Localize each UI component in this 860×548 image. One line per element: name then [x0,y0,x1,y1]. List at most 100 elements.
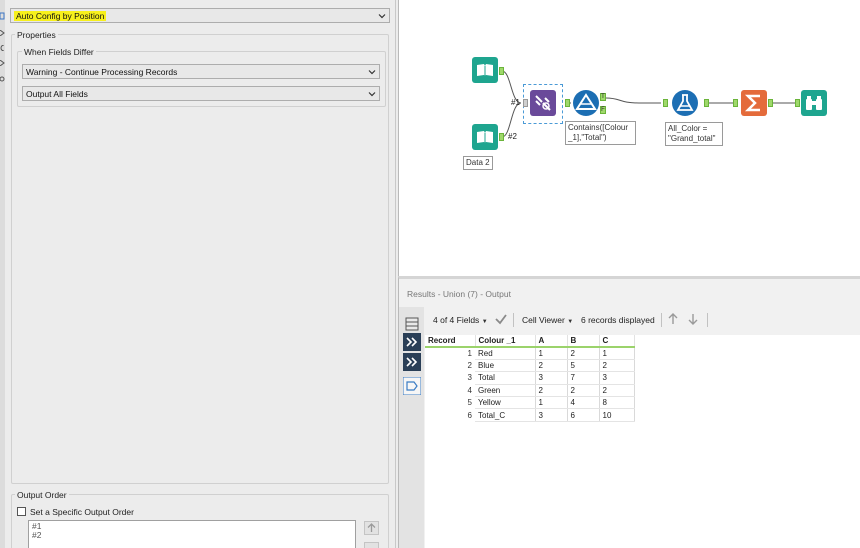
table-cell[interactable]: 1 [535,347,568,360]
false-anchor-label: F [601,107,605,113]
table-row[interactable]: 1 Red 1 2 1 [425,347,635,360]
output-anchor[interactable] [768,99,773,107]
chevron-down-icon [378,14,386,19]
input-data-tool[interactable] [472,124,498,150]
table-cell[interactable]: 3 [535,371,568,385]
output-anchor[interactable] [499,67,504,75]
table-cell[interactable]: Total [475,371,536,385]
cell-viewer-dropdown[interactable]: Cell Viewer ▼ [522,315,573,325]
column-header[interactable]: A [535,335,568,348]
table-cell[interactable]: 10 [599,408,635,422]
union-mode-value: Auto Config by Position [14,11,107,21]
table-view-icon[interactable] [403,315,421,333]
fields-dropdown[interactable]: 4 of 4 Fields ▼ [433,315,488,325]
filter-tool[interactable] [573,90,599,116]
output-order-item[interactable]: #2 [32,531,352,540]
annotation-tab-icon[interactable] [0,45,5,51]
output-fields-dropdown[interactable]: Output All Fields [22,86,380,101]
expand-icon[interactable] [403,353,421,371]
column-header[interactable]: Record [425,335,476,348]
toolbar-divider [707,313,708,327]
browse-tool[interactable] [801,90,827,116]
config-tab-icon[interactable] [0,12,5,20]
table-cell[interactable]: 5 [567,359,600,373]
arrow-down-icon[interactable] [687,313,699,327]
record-cell[interactable]: 2 [425,359,475,371]
chevron-right-icon[interactable] [0,30,5,36]
fields-differ-dropdown[interactable]: Warning - Continue Processing Records [22,64,380,79]
record-cell[interactable]: 4 [425,384,475,396]
table-cell[interactable]: 7 [567,371,600,385]
input-anchor[interactable] [795,99,800,107]
table-cell[interactable]: 2 [599,384,635,398]
true-anchor[interactable]: T [600,93,606,101]
table-cell[interactable]: Total_C [475,408,536,422]
specific-order-label: Set a Specific Output Order [30,507,134,517]
table-cell[interactable]: 2 [535,359,568,373]
table-cell[interactable]: 6 [567,408,600,422]
input-data-tool[interactable] [472,57,498,83]
table-cell[interactable]: 1 [599,347,635,360]
table-cell[interactable]: 8 [599,396,635,410]
results-side-toolbar [399,307,424,548]
checkmark-icon[interactable] [495,313,507,327]
table-cell[interactable]: 3 [535,408,568,422]
tag-icon[interactable] [402,376,422,396]
table-cell[interactable]: Yellow [475,396,536,410]
move-up-button[interactable] [364,521,379,535]
properties-label: Properties [15,30,58,40]
output-fields-value: Output All Fields [26,89,88,99]
specific-order-checkbox[interactable] [17,507,26,516]
record-cell[interactable]: 3 [425,372,475,384]
output-anchor[interactable] [499,133,504,141]
record-cell[interactable]: 6 [425,409,475,421]
formula-tool[interactable] [672,90,698,116]
toolbar-divider [513,313,514,327]
input-anchor[interactable] [663,99,668,107]
table-cell[interactable]: 2 [535,384,568,398]
record-cell[interactable]: 5 [425,397,475,409]
input-anchor[interactable] [523,99,528,107]
table-cell[interactable]: Red [475,347,536,360]
union-tool[interactable] [530,90,556,116]
chevron-right-icon[interactable] [0,60,5,66]
table-row[interactable]: 5 Yellow 1 4 8 [425,396,635,410]
arrow-up-icon[interactable] [667,313,679,327]
table-cell[interactable]: Green [475,384,536,398]
formula-tool-annotation: All_Color = "Grand_total" [665,122,723,146]
chevron-down-icon [368,70,376,75]
help-tab-icon[interactable] [0,76,5,82]
table-header-row: Record Colour _1 A B C [425,335,635,348]
configuration-panel: Auto Config by Position Properties When … [0,0,396,548]
table-cell[interactable]: 2 [567,384,600,398]
filter-tool-annotation: Contains([Colour _1],"Total") [565,121,636,145]
output-anchor[interactable] [565,99,570,107]
table-row[interactable]: 4 Green 2 2 2 [425,384,635,398]
expand-icon[interactable] [403,333,421,351]
record-cell[interactable]: 1 [425,347,475,359]
union-mode-dropdown[interactable]: Auto Config by Position [10,8,390,23]
false-anchor[interactable]: F [600,106,606,114]
column-header[interactable]: B [567,335,600,348]
output-order-item[interactable]: #1 [32,522,352,531]
workflow-canvas[interactable]: Data 2 #1 #2 T F Contains([Colour _1],"T… [398,0,860,276]
table-cell[interactable]: Blue [475,359,536,373]
column-header[interactable]: Colour _1 [475,335,536,348]
table-row[interactable]: 3 Total 3 7 3 [425,371,635,385]
table-cell[interactable]: 4 [567,396,600,410]
table-cell[interactable]: 2 [567,347,600,360]
output-order-list[interactable]: #1 #2 [28,520,356,548]
table-row[interactable]: 6 Total_C 3 6 10 [425,408,635,422]
column-header[interactable]: C [599,335,635,348]
caret-down-icon: ▼ [481,319,488,325]
move-down-button[interactable] [364,542,379,548]
table-cell[interactable]: 2 [599,359,635,373]
table-cell[interactable]: 3 [599,371,635,385]
output-order-label: Output Order [15,490,69,500]
summarize-tool[interactable] [741,90,767,116]
output-anchor[interactable] [704,99,709,107]
table-cell[interactable]: 1 [535,396,568,410]
results-toolbar: 4 of 4 Fields ▼ Cell Viewer ▼ 6 records … [425,307,860,333]
input-anchor[interactable] [733,99,738,107]
table-row[interactable]: 2 Blue 2 5 2 [425,359,635,373]
